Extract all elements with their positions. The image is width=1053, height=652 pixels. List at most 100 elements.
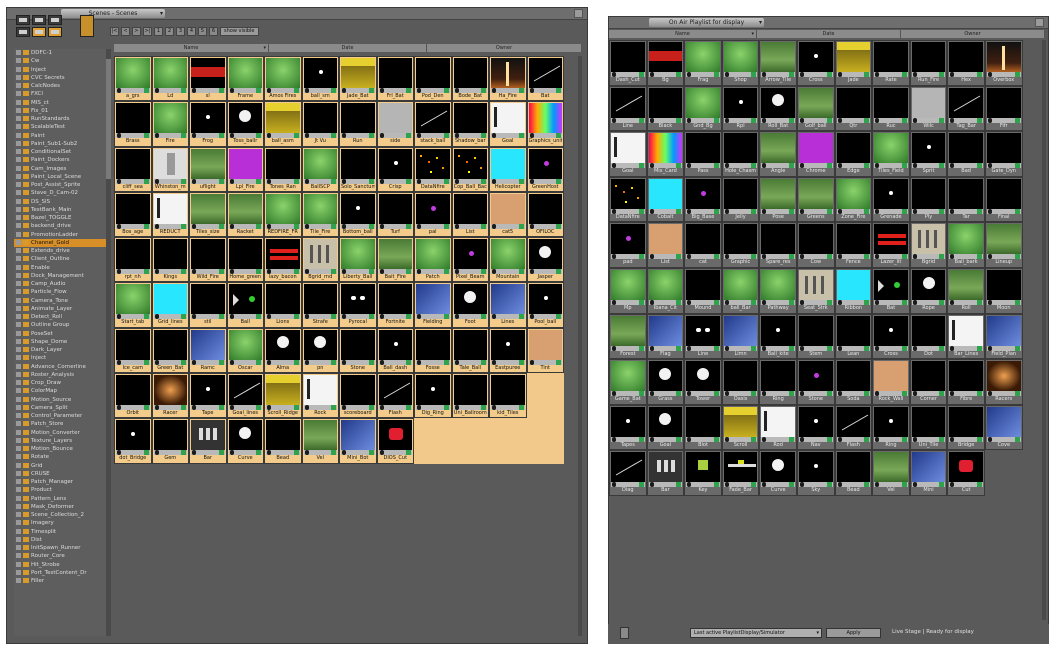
thumbnail-item[interactable]: Uni_Ballroom: [451, 373, 489, 419]
thumbnail-item[interactable]: Flash: [834, 404, 873, 451]
thumbnail-item[interactable]: sl: [189, 56, 227, 102]
expand-icon[interactable]: [16, 281, 21, 286]
thumbnail-item[interactable]: Cut: [947, 450, 985, 496]
thumbnail-item[interactable]: Lions: [264, 282, 302, 328]
tree-item[interactable]: Enable: [14, 264, 108, 272]
expand-icon[interactable]: [16, 99, 21, 105]
expand-icon[interactable]: [16, 264, 21, 270]
thumbnail-item[interactable]: Stem: [796, 313, 835, 360]
thumbnail-item[interactable]: Sprit: [909, 131, 948, 177]
expand-icon[interactable]: [16, 404, 21, 410]
thumbnail-item[interactable]: Shop: [721, 40, 760, 86]
thumbnail-item[interactable]: Mountain: [489, 237, 527, 283]
tree-item[interactable]: Fix_01: [14, 107, 108, 115]
tree-item[interactable]: Patch_Store: [14, 420, 108, 428]
thumbnail-item[interactable]: Mound: [684, 267, 722, 314]
thumbnail-item[interactable]: Rate: [872, 40, 910, 86]
tree-item[interactable]: Imagery: [14, 519, 108, 527]
expand-icon[interactable]: [16, 66, 21, 72]
nav-prev-button[interactable]: <: [121, 27, 130, 36]
tree-item[interactable]: Particle_Flow: [14, 288, 108, 296]
expand-icon[interactable]: [16, 198, 21, 204]
thumbnail-item[interactable]: Frag: [684, 40, 722, 86]
view-small-button[interactable]: [16, 27, 30, 37]
expand-icon[interactable]: [16, 58, 21, 64]
thumbnail-item[interactable]: Ramc: [189, 327, 227, 374]
thumbnail-item[interactable]: Flash: [376, 373, 414, 419]
expand-icon[interactable]: [16, 553, 21, 559]
thumbnail-item[interactable]: Tapes: [609, 404, 647, 451]
thumbnail-item[interactable]: Dot: [909, 313, 948, 360]
thumbnail-item[interactable]: Pyrocal: [339, 282, 377, 328]
thumbnail-item[interactable]: Diag: [609, 450, 647, 496]
thumbnail-item[interactable]: Big_Base: [684, 176, 722, 223]
thumbnail-item[interactable]: Solo_Sanctum: [339, 146, 377, 192]
thumbnail-item[interactable]: Ball_dash: [376, 327, 414, 374]
expand-icon[interactable]: [16, 355, 21, 361]
thumbnail-item[interactable]: ball_Bar: [721, 267, 760, 314]
thumbnail-item[interactable]: Tar: [947, 176, 985, 223]
thumbnail-item[interactable]: Hex: [947, 40, 985, 86]
expand-icon[interactable]: [16, 536, 21, 542]
expand-icon[interactable]: [16, 330, 21, 336]
playlist-scrollbar[interactable]: [1042, 40, 1046, 620]
page-1-button[interactable]: 1: [154, 27, 163, 36]
nav-last-button[interactable]: >|: [143, 27, 152, 36]
tree-item[interactable]: Port_TestContent_Dr: [14, 569, 108, 577]
expand-icon[interactable]: [16, 107, 21, 113]
thumbnail-item[interactable]: Forest: [609, 313, 647, 360]
tree-item[interactable]: Rotate: [14, 453, 108, 461]
thumbnail-item[interactable]: Gnd_Bg: [684, 85, 722, 132]
thumbnail-item[interactable]: Jt Vu: [301, 101, 339, 147]
expand-icon[interactable]: [16, 256, 21, 262]
thumbnail-item[interactable]: DIOS_Cut: [376, 418, 414, 464]
tree-item[interactable]: Cam_Images: [14, 165, 108, 173]
tree-item[interactable]: Post_Assist_Sprite: [14, 181, 108, 189]
tree-item[interactable]: DDFC-1: [14, 49, 108, 57]
tree-item[interactable]: PoseSet: [14, 330, 108, 338]
thumbnail-item[interactable]: Rock_Wall: [872, 359, 910, 405]
expand-icon[interactable]: [16, 116, 21, 121]
thumbnail-item[interactable]: Ruc: [872, 85, 910, 132]
thumbnail-item[interactable]: Jade: [834, 40, 873, 86]
expand-icon[interactable]: [16, 371, 21, 377]
thumbnail-item[interactable]: Jade_Bat: [339, 56, 377, 102]
expand-icon[interactable]: [16, 149, 21, 154]
thumbnail-item[interactable]: Goal: [646, 404, 685, 451]
thumbnail-item[interactable]: Ibana_Cit: [646, 267, 685, 314]
tree-item[interactable]: Paint_Sub1-Sub2: [14, 140, 108, 148]
thumbnail-item[interactable]: pn: [301, 327, 339, 374]
thumbnail-item[interactable]: dot_Bridge: [114, 418, 152, 464]
thumbnail-item[interactable]: Blot: [684, 404, 722, 451]
thumbnail-item[interactable]: Fortnite: [376, 282, 414, 328]
thumbnail-item[interactable]: Frog: [189, 101, 227, 147]
thumbnail-item[interactable]: Sky: [796, 450, 835, 496]
thumbnail-item[interactable]: Bg: [646, 40, 685, 86]
thumbnail-item[interactable]: Tape: [189, 373, 227, 419]
tree-item[interactable]: ConditionalSet: [14, 148, 108, 156]
thumbnail-item[interactable]: Crisp: [376, 146, 414, 192]
tree-item[interactable]: Scene_Collection_2: [14, 511, 108, 519]
thumbnail-item[interactable]: Orbit: [114, 373, 152, 419]
tree-item[interactable]: InitSpawn_Runner: [14, 544, 108, 552]
column-owner-header[interactable]: Owner: [426, 44, 582, 52]
thumbnail-item[interactable]: Stone: [339, 327, 377, 374]
expand-icon[interactable]: [16, 479, 21, 484]
expand-icon[interactable]: [16, 289, 21, 295]
thumbnail-item[interactable]: Final: [984, 176, 1023, 223]
thumbnail-item[interactable]: Shadow_bar: [451, 101, 489, 147]
expand-icon[interactable]: [16, 297, 21, 303]
expand-icon[interactable]: [16, 347, 21, 352]
thumbnail-item[interactable]: Goal: [609, 131, 647, 177]
thumbnail-item[interactable]: Mini: [909, 450, 948, 496]
thumbnail-item[interactable]: Field_Plan: [984, 313, 1023, 360]
tree-item[interactable]: Grid: [14, 462, 108, 470]
close-icon[interactable]: [1035, 18, 1044, 27]
thumbnail-item[interactable]: Fence: [834, 222, 873, 268]
thumbnail-item[interactable]: Ring: [759, 359, 797, 405]
tree-item[interactable]: Motion_Source: [14, 396, 108, 404]
thumbnail-item[interactable]: Whinston_m: [151, 146, 189, 192]
thumbnail-item[interactable]: Bat: [526, 56, 564, 102]
thumbnail-item[interactable]: Uni_Tile: [909, 404, 948, 451]
thumbnail-item[interactable]: Dash_Cut: [609, 40, 647, 86]
